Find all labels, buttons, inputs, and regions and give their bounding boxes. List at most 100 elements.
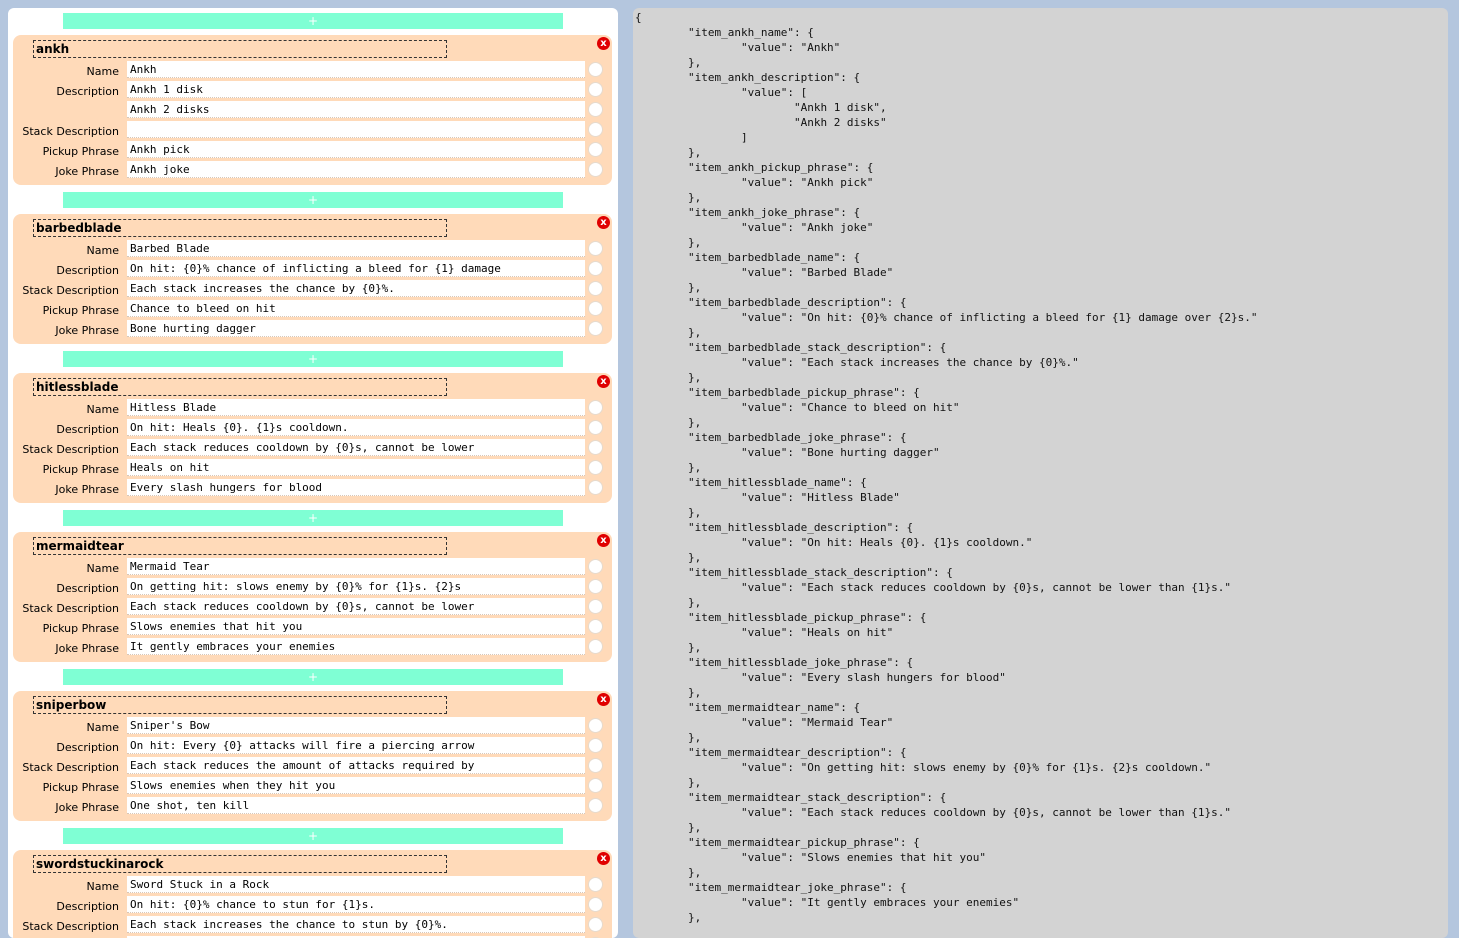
remove-line-button[interactable]	[588, 778, 603, 793]
close-icon[interactable]: x	[597, 693, 610, 706]
name-label: Name	[86, 244, 119, 257]
name-input[interactable]: Hitless Blade	[127, 399, 585, 416]
name-input[interactable]: Sword Stuck in a Rock	[127, 876, 585, 893]
stack-description-input[interactable]: Each stack reduces the amount of attacks…	[127, 757, 585, 774]
joke-phrase-input[interactable]: Bone hurting dagger	[127, 320, 585, 337]
remove-line-button[interactable]	[588, 480, 603, 495]
stack-description-input[interactable]	[127, 121, 585, 138]
remove-line-button[interactable]	[588, 241, 603, 256]
field-row-joke-phrase: Joke Phrase Bone hurting dagger	[13, 320, 612, 338]
remove-line-button[interactable]	[588, 917, 603, 932]
name-label: Name	[86, 65, 119, 78]
item-key-input[interactable]: hitlessblade	[33, 378, 447, 396]
remove-line-button[interactable]	[588, 798, 603, 813]
item-card: barbedblade x Name Barbed Blade Description O…	[13, 214, 612, 344]
field-row-pickup-phrase: Pickup Phrase Ankh pick	[13, 141, 612, 159]
remove-line-button[interactable]	[588, 599, 603, 614]
pickup-phrase-input[interactable]: Ankh pick	[127, 141, 585, 158]
description-label: Description	[56, 85, 119, 98]
remove-line-button[interactable]	[588, 559, 603, 574]
stack-description-input[interactable]: Each stack increases the chance to stun …	[127, 916, 585, 933]
close-icon[interactable]: x	[597, 375, 610, 388]
remove-line-button[interactable]	[588, 400, 603, 415]
stack-description-input[interactable]: Each stack reduces cooldown by {0}s, can…	[127, 598, 585, 615]
item-card: hitlessblade x Name Hitless Blade Descriptio…	[13, 373, 612, 503]
remove-line-button[interactable]	[588, 62, 603, 77]
field-row-pickup-phrase: Pickup Phrase Slows enemies when they hit…	[13, 777, 612, 795]
remove-line-button[interactable]	[588, 738, 603, 753]
remove-line-button[interactable]	[588, 758, 603, 773]
item-key-input[interactable]: ankh	[33, 40, 447, 58]
joke-phrase-label: Joke Phrase	[55, 801, 119, 814]
item-key-input[interactable]: barbedblade	[33, 219, 447, 237]
description-input[interactable]: On hit: Heals {0}. {1}s cooldown.	[127, 419, 585, 436]
description-input[interactable]: Ankh 2 disks	[127, 101, 585, 118]
item-key-input[interactable]: sniperbow	[33, 696, 447, 714]
description-label: Description	[56, 582, 119, 595]
remove-line-button[interactable]	[588, 142, 603, 157]
add-item-button[interactable]: +	[63, 351, 563, 367]
remove-line-button[interactable]	[588, 122, 603, 137]
name-input[interactable]: Sniper's Bow	[127, 717, 585, 734]
close-icon[interactable]: x	[597, 216, 610, 229]
remove-line-button[interactable]	[588, 460, 603, 475]
joke-phrase-input[interactable]: One shot, ten kill	[127, 797, 585, 814]
pickup-phrase-input[interactable]: Slows enemies that hit you	[127, 618, 585, 635]
joke-phrase-input[interactable]: Every slash hungers for blood	[127, 479, 585, 496]
field-row-pickup-phrase: Pickup Phrase Chance to bleed on hit	[13, 300, 612, 318]
stack-description-label: Stack Description	[22, 920, 119, 933]
remove-line-button[interactable]	[588, 897, 603, 912]
close-icon[interactable]: x	[597, 534, 610, 547]
pickup-phrase-input[interactable]: Chance to bleed on hit	[127, 300, 585, 317]
item-key-input[interactable]: mermaidtear	[33, 537, 447, 555]
field-row-name: Name Ankh	[13, 61, 612, 79]
remove-line-button[interactable]	[588, 639, 603, 654]
add-item-button[interactable]: +	[63, 192, 563, 208]
add-item-button[interactable]: +	[63, 510, 563, 526]
name-input[interactable]: Barbed Blade	[127, 240, 585, 257]
close-icon[interactable]: x	[597, 852, 610, 865]
field-row-stack-description: Stack Description Each stack reduces cool…	[13, 439, 612, 457]
name-label: Name	[86, 403, 119, 416]
remove-line-button[interactable]	[588, 82, 603, 97]
item-card: sniperbow x Name Sniper's Bow Description On …	[13, 691, 612, 821]
stack-description-input[interactable]: Each stack reduces cooldown by {0}s, can…	[127, 439, 585, 456]
name-input[interactable]: Ankh	[127, 61, 585, 78]
description-input[interactable]: On hit: Every {0} attacks will fire a pi…	[127, 737, 585, 754]
remove-line-button[interactable]	[588, 261, 603, 276]
joke-phrase-input[interactable]: It gently embraces your enemies	[127, 638, 585, 655]
description-input[interactable]: On getting hit: slows enemy by {0}% for …	[127, 578, 585, 595]
remove-line-button[interactable]	[588, 321, 603, 336]
json-preview-text: { "item_ankh_name": { "value": "Ankh" },…	[635, 11, 1258, 924]
field-row-stack-description: Stack Description Each stack reduces the …	[13, 757, 612, 775]
pickup-phrase-input[interactable]: Heals on hit	[127, 459, 585, 476]
add-item-button[interactable]: +	[63, 13, 563, 29]
remove-line-button[interactable]	[588, 579, 603, 594]
description-input[interactable]: On hit: {0}% chance to stun for {1}s.	[127, 896, 585, 913]
remove-line-button[interactable]	[588, 718, 603, 733]
remove-line-button[interactable]	[588, 420, 603, 435]
close-icon[interactable]: x	[597, 37, 610, 50]
item-editor-panel: + ankh x Name Ankh Description Ankh 1 disk Ankh…	[8, 8, 618, 938]
remove-line-button[interactable]	[588, 162, 603, 177]
remove-line-button[interactable]	[588, 440, 603, 455]
name-input[interactable]: Mermaid Tear	[127, 558, 585, 575]
description-input[interactable]: Ankh 1 disk	[127, 81, 585, 98]
add-item-button[interactable]: +	[63, 669, 563, 685]
item-key-input[interactable]: swordstuckinarock	[33, 855, 447, 873]
field-row-description: Ankh 2 disks	[13, 101, 612, 119]
pickup-phrase-input[interactable]: Slows enemies when they hit you	[127, 777, 585, 794]
remove-line-button[interactable]	[588, 102, 603, 117]
add-item-button[interactable]: +	[63, 828, 563, 844]
joke-phrase-input[interactable]: Ankh joke	[127, 161, 585, 178]
description-input[interactable]: On hit: {0}% chance of inflicting a blee…	[127, 260, 585, 277]
remove-line-button[interactable]	[588, 877, 603, 892]
field-row-description: Description On hit: Every {0} attacks wil…	[13, 737, 612, 755]
stack-description-label: Stack Description	[22, 284, 119, 297]
remove-line-button[interactable]	[588, 281, 603, 296]
field-row-description: Description Ankh 1 disk	[13, 81, 612, 99]
pickup-phrase-label: Pickup Phrase	[42, 622, 119, 635]
stack-description-input[interactable]: Each stack increases the chance by {0}%.	[127, 280, 585, 297]
remove-line-button[interactable]	[588, 301, 603, 316]
remove-line-button[interactable]	[588, 619, 603, 634]
